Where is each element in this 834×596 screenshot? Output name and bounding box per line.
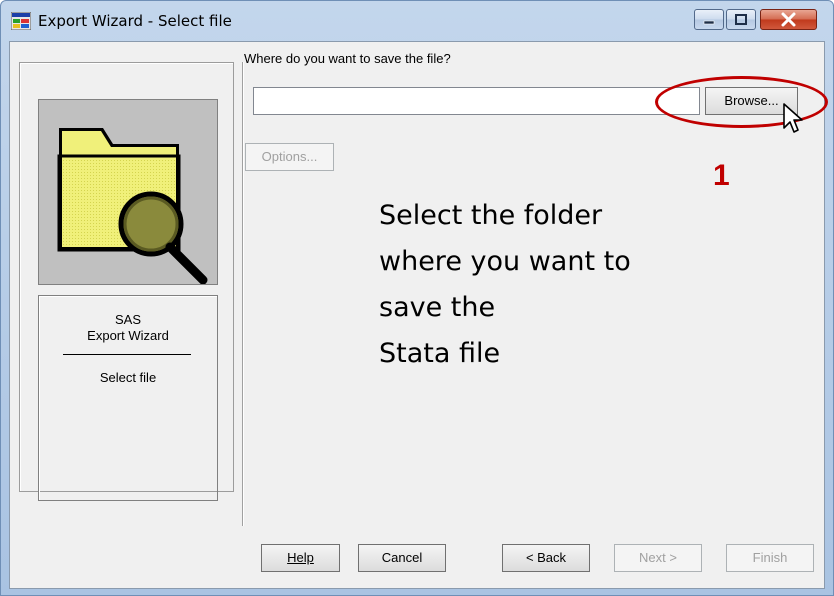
finish-button-label: Finish bbox=[752, 550, 788, 565]
minimize-icon bbox=[703, 20, 715, 25]
title-bar[interactable]: Export Wizard - Select file bbox=[1, 1, 833, 41]
close-button[interactable] bbox=[760, 9, 817, 30]
close-icon bbox=[781, 12, 796, 27]
step-number-label: 1 bbox=[713, 159, 730, 192]
help-button[interactable]: Help bbox=[261, 544, 340, 572]
save-location-prompt: Where do you want to save the file? bbox=[244, 51, 451, 66]
product-name: SAS bbox=[114, 312, 141, 327]
sas-export-app-icon bbox=[11, 12, 31, 30]
cancel-button[interactable]: Cancel bbox=[358, 544, 446, 572]
next-button[interactable]: Next > bbox=[614, 544, 702, 572]
export-wizard-window: Export Wizard - Select file SAS Export W… bbox=[0, 0, 834, 596]
back-button[interactable]: < Back bbox=[502, 544, 590, 572]
file-path-input[interactable] bbox=[253, 87, 700, 115]
current-step: Select file bbox=[99, 370, 157, 385]
window-title: Export Wizard - Select file bbox=[38, 12, 232, 30]
maximize-icon bbox=[735, 14, 747, 25]
instruction-line: where you want to bbox=[379, 246, 631, 277]
options-button-label: Options... bbox=[261, 149, 318, 164]
cancel-button-label: Cancel bbox=[381, 550, 423, 565]
maximize-button[interactable] bbox=[726, 9, 756, 30]
instruction-text: Select the folder where you want to save… bbox=[379, 193, 631, 377]
wizard-name: Export Wizard bbox=[87, 328, 169, 343]
instruction-line: Stata file bbox=[379, 338, 501, 369]
instruction-line: save the bbox=[379, 292, 496, 323]
options-button[interactable]: Options... bbox=[245, 143, 334, 171]
help-button-label: Help bbox=[287, 550, 314, 565]
panel-divider bbox=[242, 62, 243, 526]
mouse-cursor-icon bbox=[783, 103, 803, 133]
finish-button[interactable]: Finish bbox=[726, 544, 814, 572]
back-button-label: < Back bbox=[525, 550, 567, 565]
wizard-side-panel: SAS Export Wizard Select file bbox=[19, 62, 234, 501]
next-button-label: Next > bbox=[639, 550, 677, 565]
folder-magnifier-icon bbox=[57, 128, 208, 285]
instruction-line: Select the folder bbox=[379, 200, 603, 231]
wizard-image bbox=[38, 99, 218, 285]
info-separator bbox=[63, 354, 191, 355]
minimize-button[interactable] bbox=[694, 9, 724, 30]
wizard-info-box: SAS Export Wizard Select file bbox=[38, 295, 218, 501]
